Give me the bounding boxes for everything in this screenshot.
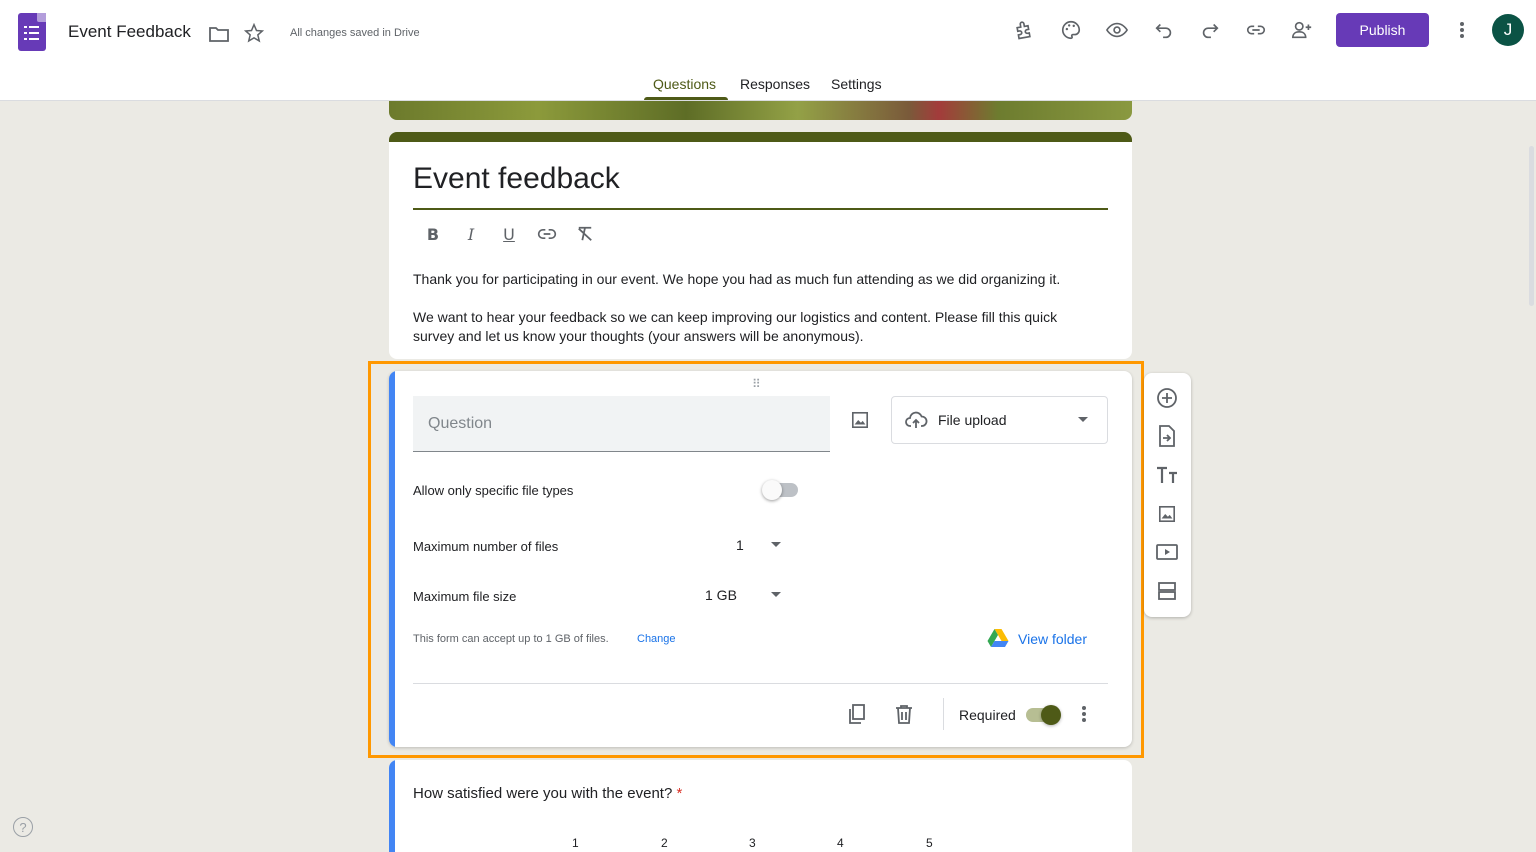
palette-icon[interactable]: [1058, 17, 1084, 43]
question-type-label: File upload: [938, 412, 1007, 428]
title-underline: [413, 208, 1108, 210]
scale-label-4: 4: [837, 836, 844, 850]
card-divider: [413, 683, 1108, 684]
google-drive-icon[interactable]: [987, 628, 1009, 653]
question-type-select[interactable]: File upload: [891, 396, 1108, 444]
change-limit-link[interactable]: Change: [637, 633, 676, 645]
help-icon[interactable]: ?: [13, 817, 33, 837]
bold-icon[interactable]: B: [421, 222, 445, 246]
underline-icon[interactable]: U: [497, 222, 521, 246]
add-video-icon[interactable]: [1155, 540, 1179, 564]
addon-icon[interactable]: [1012, 17, 1038, 43]
link-icon[interactable]: [1243, 17, 1269, 43]
allow-file-types-toggle[interactable]: [762, 480, 798, 500]
italic-icon[interactable]: I: [459, 222, 483, 246]
chevron-down-icon[interactable]: [771, 542, 781, 547]
clear-formatting-icon[interactable]: [573, 222, 597, 246]
more-options-icon[interactable]: [1072, 702, 1096, 726]
upload-limit-note: This form can accept up to 1 GB of files…: [413, 633, 609, 645]
import-questions-icon[interactable]: [1155, 424, 1179, 448]
redo-icon[interactable]: [1197, 17, 1223, 43]
more-vert-icon[interactable]: [1449, 17, 1475, 43]
form-description-line-2[interactable]: We want to hear your feedback so we can …: [413, 308, 1093, 346]
footer-separator: [943, 698, 944, 730]
question-input[interactable]: [413, 396, 830, 452]
document-title[interactable]: Event Feedback: [68, 22, 191, 42]
undo-icon[interactable]: [1151, 17, 1177, 43]
insert-link-icon[interactable]: [535, 222, 559, 246]
form-title[interactable]: Event feedback: [413, 162, 620, 196]
drag-handle-icon[interactable]: ⠿: [752, 377, 762, 391]
scrollbar[interactable]: [1529, 146, 1534, 306]
tab-questions[interactable]: Questions: [653, 76, 716, 92]
star-icon[interactable]: [241, 20, 267, 46]
duplicate-icon[interactable]: [845, 702, 869, 726]
question-text: How satisfied were you with the event?: [413, 785, 673, 802]
max-files-select[interactable]: 1: [736, 537, 744, 553]
add-question-icon[interactable]: [1155, 386, 1179, 410]
question-title: How satisfied were you with the event? *: [413, 785, 682, 802]
question-card-file-upload[interactable]: ⠿ File upload Allow only specific file t…: [389, 371, 1132, 747]
card-left-border: [389, 760, 395, 852]
cloud-upload-icon: [904, 409, 928, 436]
active-card-indicator: [389, 371, 395, 747]
delete-icon[interactable]: [892, 702, 916, 726]
avatar[interactable]: J: [1492, 14, 1524, 46]
tab-responses[interactable]: Responses: [740, 76, 810, 92]
chevron-down-icon: [1078, 417, 1088, 422]
floating-toolbar: [1144, 373, 1191, 617]
scale-label-2: 2: [661, 836, 668, 850]
preview-icon[interactable]: [1104, 17, 1130, 43]
form-description-line-1[interactable]: Thank you for participating in our event…: [413, 270, 1093, 289]
forms-logo-icon[interactable]: [18, 13, 46, 51]
max-files-label: Maximum number of files: [413, 539, 559, 554]
add-section-icon[interactable]: [1155, 579, 1179, 603]
required-label: Required: [959, 707, 1016, 723]
scale-label-1: 1: [572, 836, 579, 850]
form-title-card[interactable]: Event feedback B I U Thank you for parti…: [389, 132, 1132, 359]
tab-settings[interactable]: Settings: [831, 76, 882, 92]
required-toggle[interactable]: [1026, 705, 1062, 725]
add-title-icon[interactable]: [1155, 463, 1179, 487]
top-bar: Event Feedback All changes saved in Driv…: [0, 0, 1536, 101]
allow-file-types-label: Allow only specific file types: [413, 483, 574, 498]
publish-button[interactable]: Publish: [1336, 13, 1429, 47]
max-size-select[interactable]: 1 GB: [705, 587, 737, 603]
required-asterisk: *: [676, 785, 683, 802]
question-card-satisfaction[interactable]: How satisfied were you with the event? *…: [389, 760, 1132, 852]
add-image-icon[interactable]: [848, 408, 872, 432]
scale-label-3: 3: [749, 836, 756, 850]
save-status: All changes saved in Drive: [290, 27, 420, 39]
active-tab-indicator: [644, 97, 728, 100]
scale-label-5: 5: [926, 836, 933, 850]
add-image-icon[interactable]: [1155, 502, 1179, 526]
view-folder-link[interactable]: View folder: [1018, 631, 1087, 647]
header-image: [389, 101, 1132, 120]
folder-icon[interactable]: [206, 21, 232, 47]
chevron-down-icon[interactable]: [771, 592, 781, 597]
max-size-label: Maximum file size: [413, 589, 517, 604]
add-collaborator-icon[interactable]: [1289, 17, 1315, 43]
